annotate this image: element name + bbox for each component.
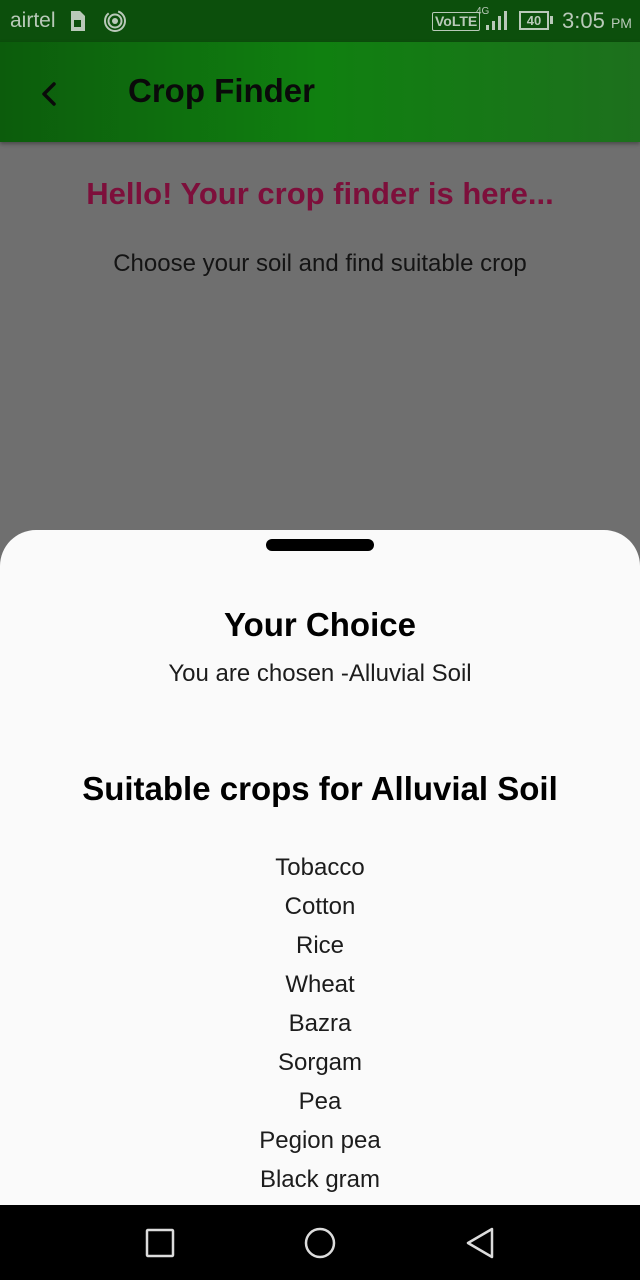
sim-card-icon	[71, 11, 85, 31]
crop-item: Bazra	[288, 1010, 352, 1037]
crop-item: Sorgam	[277, 1049, 363, 1076]
choice-title: Your Choice	[224, 606, 416, 643]
page-title: Crop Finder	[128, 72, 315, 109]
crop-item: Pegion pea	[259, 1127, 381, 1154]
sheet-drag-handle[interactable]	[266, 539, 374, 551]
chevron-left-icon[interactable]	[28, 72, 72, 116]
status-bar: airtel VoLTE 4G 40 3:05 PM	[0, 0, 640, 42]
hotspot-icon	[104, 10, 126, 32]
greeting-text: Hello! Your crop finder is here...	[86, 176, 554, 211]
chosen-soil-text: You are chosen -Alluvial Soil	[168, 660, 472, 687]
crop-list: Tobacco Cotton Rice Wheat Bazra Sorgam P…	[0, 848, 640, 1199]
crop-item: Wheat	[285, 971, 355, 998]
volte-badge: VoLTE	[432, 12, 481, 31]
app-bar: Crop Finder	[0, 42, 640, 142]
crop-item: Black gram	[259, 1166, 381, 1193]
signal-strength-icon	[486, 11, 507, 30]
instruction-text: Choose your soil and find suitable crop	[113, 250, 527, 277]
suitable-crops-title: Suitable crops for Alluvial Soil	[82, 770, 558, 807]
clock-time: 3:05	[562, 8, 605, 33]
carrier-name: airtel	[10, 9, 56, 32]
square-icon[interactable]	[142, 1225, 178, 1261]
clock-ampm: PM	[610, 15, 632, 31]
bottom-sheet: Your Choice You are chosen -Alluvial Soi…	[0, 530, 640, 1205]
crop-item: Pea	[298, 1088, 342, 1115]
triangle-back-icon[interactable]	[462, 1225, 498, 1261]
battery-icon: 40	[519, 11, 549, 30]
main-content: Hello! Your crop finder is here... Choos…	[0, 142, 640, 542]
clock: 3:05 PM	[562, 8, 632, 34]
system-nav-bar	[0, 1205, 640, 1280]
crop-item: Cotton	[284, 893, 356, 920]
circle-icon[interactable]	[302, 1225, 338, 1261]
battery-tip	[550, 16, 553, 24]
crop-item: Tobacco	[275, 854, 365, 881]
crop-item: Rice	[295, 932, 344, 959]
